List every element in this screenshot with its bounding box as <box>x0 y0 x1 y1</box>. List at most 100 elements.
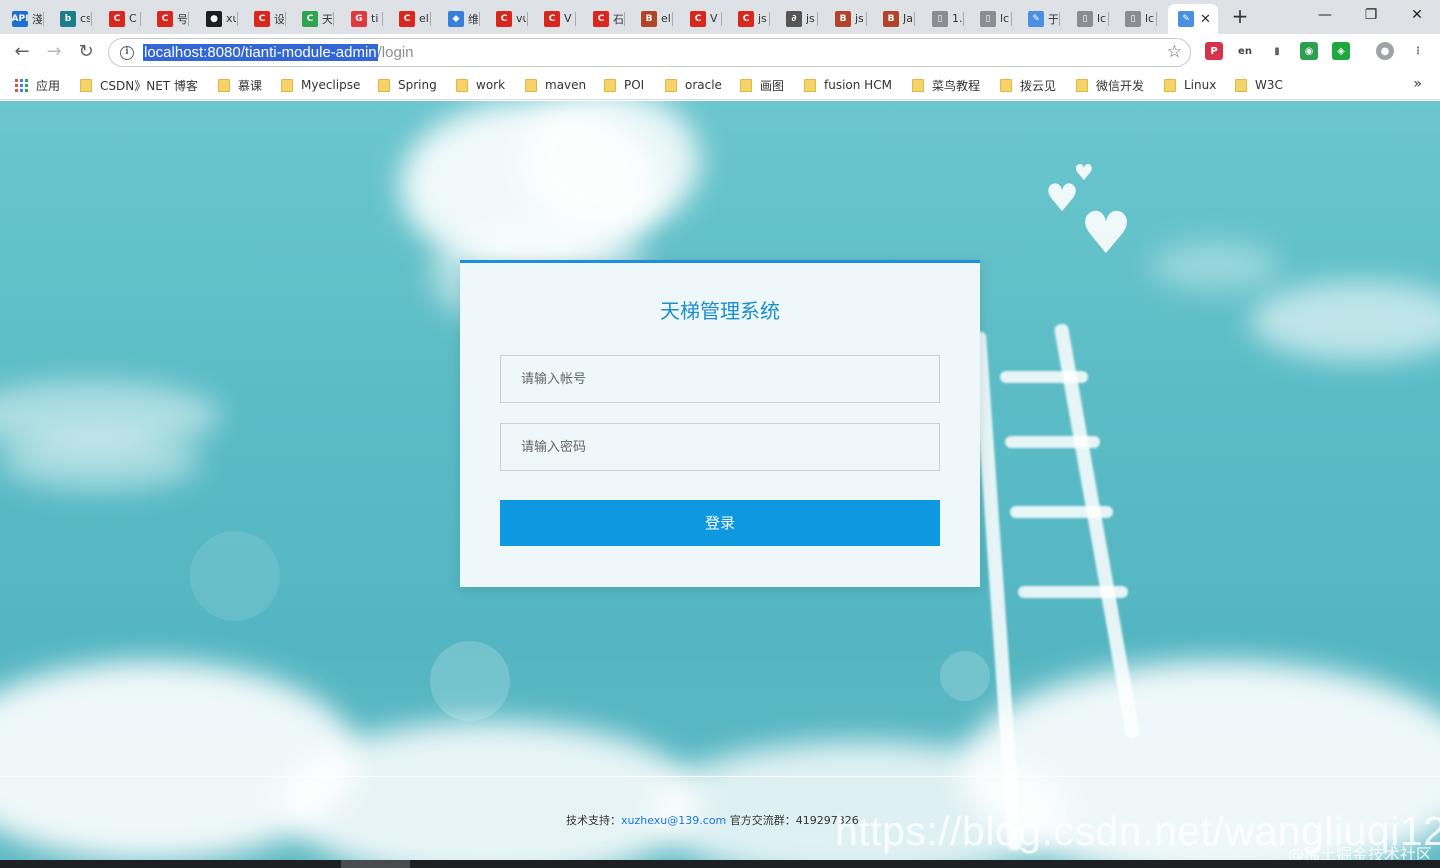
shield-icon[interactable]: ◈ <box>1332 42 1350 60</box>
bookmark-item[interactable]: 画图 <box>740 77 784 93</box>
browser-tab[interactable]: B Ja <box>867 5 915 32</box>
chrome-icon[interactable]: ◉ <box>1300 42 1318 60</box>
tab-title: el <box>419 12 429 25</box>
csdn-icon: C <box>157 10 173 27</box>
browser-tab[interactable]: ▯ 1. <box>916 5 964 32</box>
right-cloud-2 <box>1150 241 1280 291</box>
bookmark-icon[interactable]: ▮ <box>1268 42 1286 60</box>
login-button[interactable]: 登录 <box>500 500 940 546</box>
feather-icon: ✎ <box>1178 11 1194 27</box>
browser-tab[interactable]: ▯ lc <box>964 5 1012 32</box>
bookmark-item[interactable]: Linux <box>1164 77 1216 93</box>
reload-button[interactable]: ↻ <box>73 39 99 65</box>
browser-tab[interactable]: ● xu <box>190 5 238 32</box>
support-label: 技术支持： <box>566 814 621 827</box>
support-email-link[interactable]: xuzhexu@139.com <box>621 814 726 827</box>
browser-tab[interactable]: ▯ lc <box>1061 5 1109 32</box>
tab-title: vu <box>516 12 526 25</box>
close-window-button[interactable]: ✕ <box>1397 4 1437 28</box>
csdn-icon: C <box>496 10 512 27</box>
bookmark-apps[interactable]: 应用 <box>15 77 60 93</box>
folder-icon <box>456 78 468 92</box>
bookmark-label: 菜鸟教程 <box>932 78 981 93</box>
bookmark-item[interactable]: CSDN》NET 博客 <box>80 77 198 93</box>
url-path-text: /login <box>377 44 414 61</box>
address-bar[interactable]: i localhost:8080/tianti-module-admin/log… <box>108 38 1191 67</box>
bookmark-item[interactable]: 慕课 <box>218 77 262 93</box>
minimize-button[interactable]: — <box>1305 4 1345 28</box>
bookmark-item[interactable]: W3C <box>1235 77 1283 93</box>
browser-toolbar: ← → ↻ i localhost:8080/tianti-module-adm… <box>0 34 1440 70</box>
bookmark-item[interactable]: oracle <box>665 77 722 93</box>
site-info-icon[interactable]: i <box>120 45 134 60</box>
browser-tab[interactable]: Cjs <box>722 5 770 32</box>
folder-icon <box>665 78 677 92</box>
browser-tab[interactable]: Gti <box>335 5 383 32</box>
browser-tab[interactable]: Cel <box>383 5 431 32</box>
bookmark-item[interactable]: Spring <box>378 77 437 93</box>
browser-tab[interactable]: Bjs <box>819 5 867 32</box>
browser-tab[interactable]: Cvu <box>480 5 528 32</box>
browser-tab[interactable]: CV <box>674 5 722 32</box>
url-text[interactable]: localhost:8080/tianti-module-admin/login <box>143 44 414 61</box>
tab-title: ti <box>371 12 379 25</box>
folder-icon <box>218 78 230 92</box>
bookmark-label: 画图 <box>760 78 785 93</box>
browser-tab[interactable]: ▯ lc <box>1109 5 1157 32</box>
password-input[interactable] <box>500 423 940 471</box>
active-tab[interactable]: ✎ ✕ <box>1168 4 1218 34</box>
tab-title: js <box>758 12 767 25</box>
close-tab-icon[interactable]: ✕ <box>1200 12 1211 27</box>
bookmark-item[interactable]: fusion HCM <box>804 77 892 93</box>
back-button[interactable]: ← <box>9 39 35 65</box>
bookmark-item[interactable]: 拨云见 <box>1000 77 1056 93</box>
bookmark-star-icon[interactable]: ☆ <box>1167 42 1182 62</box>
browser-tab[interactable]: C设 <box>238 5 286 32</box>
browser-tab[interactable]: C号 <box>141 5 189 32</box>
browser-tab[interactable]: CC <box>93 5 141 32</box>
browser-tab[interactable]: C石 <box>577 5 625 32</box>
browser-tab[interactable]: C天 <box>286 5 334 32</box>
folder-icon <box>525 78 537 92</box>
tab-strip: + — ❐ ✕ API 淺 b cs C C C 号 ● xu C 设 C 天 Gti Cel ◆ 维 Cvu C V C… <box>0 0 1440 34</box>
csdn-icon: C <box>738 10 754 27</box>
b3-icon: B <box>641 10 657 27</box>
bookmark-item[interactable]: POI <box>604 77 644 93</box>
bookmarks-overflow-button[interactable]: » <box>1413 76 1422 92</box>
browser-tab[interactable]: ◆ 维 <box>432 5 480 32</box>
page-icon: ▯ <box>980 10 996 27</box>
bookmark-item[interactable]: Myeclipse <box>281 77 360 93</box>
forward-button[interactable]: → <box>41 39 67 65</box>
browser-tab[interactable]: Bel <box>625 5 673 32</box>
login-panel: 天梯管理系统 登录 <box>460 260 980 587</box>
bookmark-label: Linux <box>1184 78 1217 92</box>
bookmark-item[interactable]: 微信开发 <box>1076 77 1144 93</box>
folder-icon <box>1235 78 1247 92</box>
username-input[interactable] <box>500 355 940 403</box>
tab-title: V <box>564 12 572 25</box>
pocket-icon[interactable]: P <box>1205 42 1223 60</box>
maximize-button[interactable]: ❐ <box>1351 4 1391 28</box>
browser-tab[interactable]: API 淺 <box>0 5 44 32</box>
heart-cloud-lobe <box>520 101 700 231</box>
taskbar-thumb <box>341 860 410 868</box>
page-icon: ▯ <box>1125 10 1141 27</box>
browser-tab[interactable]: ∂ js <box>770 5 818 32</box>
bookmark-item[interactable]: maven <box>525 77 586 93</box>
bookmark-item[interactable]: work <box>456 77 505 93</box>
translate-icon[interactable]: en <box>1236 42 1254 60</box>
menu-icon[interactable]: ⋮ <box>1409 42 1427 60</box>
new-tab-button[interactable]: + <box>1229 6 1251 28</box>
apps-grid-icon <box>15 78 28 92</box>
tab-title: 1. <box>952 12 962 25</box>
profile-icon[interactable]: ● <box>1376 42 1394 60</box>
browser-tab[interactable]: b cs <box>44 5 92 32</box>
bookmark-item[interactable]: 菜鸟教程 <box>912 77 980 93</box>
folder-icon <box>281 78 293 92</box>
browser-tab[interactable]: ✎ 于 <box>1012 5 1060 32</box>
browser-tab[interactable]: CV <box>528 5 576 32</box>
bookmarks-bar: 应用 » CSDN》NET 博客 慕课 Myeclipse Spring work mav… <box>0 70 1440 100</box>
left-cloud-2 <box>0 431 200 491</box>
page-icon: ▯ <box>932 10 948 27</box>
bookmark-apps-label: 应用 <box>36 78 61 93</box>
